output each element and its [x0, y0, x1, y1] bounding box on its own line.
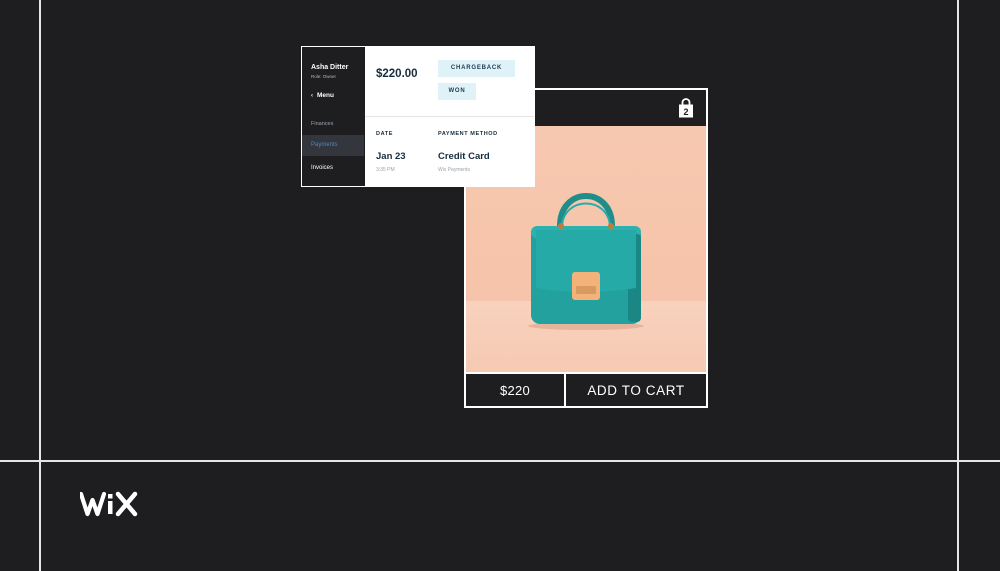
dashboard-main: $220.00 CHARGEBACK WON DATE Jan 23 3:35 … [365, 47, 534, 186]
user-name: Asha Ditter [311, 64, 349, 71]
menu-label: Menu [317, 92, 334, 99]
sidebar-item-payments[interactable]: Payments [302, 135, 364, 156]
grid-line-right [957, 0, 959, 571]
wix-logo [80, 491, 138, 517]
shopping-bag-icon[interactable]: 2 [678, 98, 694, 118]
payment-provider: Wix Payments [438, 167, 470, 173]
dashboard-sidebar: Asha Ditter Role: Owner ‹ Menu Finances P… [302, 47, 365, 186]
add-to-cart-button[interactable]: ADD TO CART [566, 374, 706, 406]
payment-method-label: PAYMENT METHOD [438, 131, 498, 137]
payment-amount: $220.00 [376, 68, 418, 80]
payment-method-value: Credit Card [438, 151, 490, 162]
sidebar-item-invoices[interactable]: Invoices [302, 158, 364, 179]
user-role: Role: Owner [311, 74, 337, 79]
time-value: 3:35 PM [376, 167, 395, 173]
card-footer: $220 ADD TO CART [466, 372, 706, 406]
chevron-left-icon: ‹ [311, 93, 313, 99]
cart-count: 2 [683, 107, 688, 117]
payment-dashboard: Asha Ditter Role: Owner ‹ Menu Finances P… [301, 46, 535, 187]
date-label: DATE [376, 131, 393, 137]
date-value: Jan 23 [376, 151, 406, 162]
grid-line-bottom [0, 460, 1000, 462]
menu-back-button[interactable]: ‹ Menu [311, 92, 334, 99]
price-label: $220 [466, 374, 566, 406]
divider [365, 116, 534, 117]
sidebar-item-finances[interactable]: Finances [302, 114, 364, 135]
grid-line-left [39, 0, 41, 571]
won-badge: WON [438, 83, 476, 100]
chargeback-badge: CHARGEBACK [438, 60, 515, 77]
